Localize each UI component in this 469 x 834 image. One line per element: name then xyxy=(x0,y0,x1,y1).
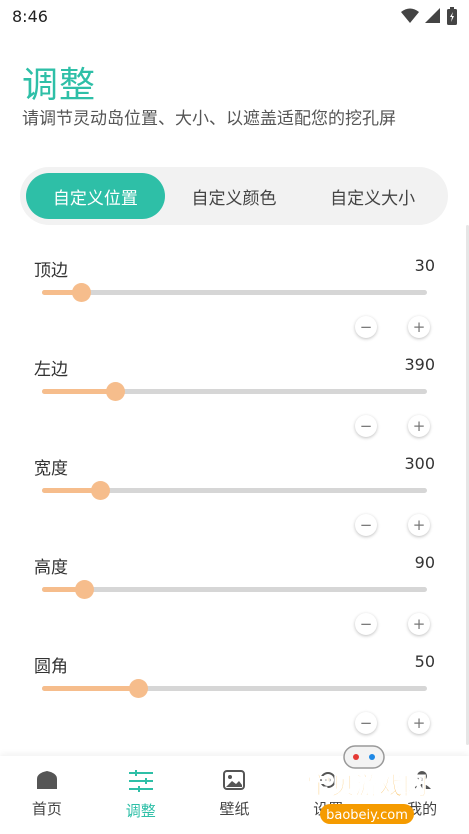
slider-fill xyxy=(42,389,116,394)
home-icon xyxy=(36,771,57,789)
slider-track[interactable] xyxy=(42,580,427,599)
control-height: 高度 90 − + xyxy=(0,553,469,652)
control-label: 圆角 xyxy=(34,657,68,677)
control-label: 高度 xyxy=(34,558,68,578)
decrease-button[interactable]: − xyxy=(355,514,377,536)
decrease-button[interactable]: − xyxy=(355,613,377,635)
increase-button[interactable]: + xyxy=(408,415,430,437)
nav-label: 调整 xyxy=(125,802,156,820)
slider-thumb[interactable] xyxy=(129,679,149,698)
control-value: 300 xyxy=(404,454,435,473)
slider-thumb[interactable] xyxy=(75,580,95,599)
control-width: 宽度 300 − + xyxy=(0,454,469,553)
tab-custom-position[interactable]: 自定义位置 xyxy=(26,173,165,219)
slider-thumb[interactable] xyxy=(90,481,110,500)
control-value: 390 xyxy=(404,355,435,374)
control-top: 顶边 30 − + xyxy=(0,256,469,355)
control-label: 宽度 xyxy=(34,459,68,479)
tab-custom-color[interactable]: 自定义颜色 xyxy=(165,173,304,219)
control-left: 左边 390 − + xyxy=(0,355,469,454)
battery-icon xyxy=(447,7,457,25)
control-value: 90 xyxy=(414,553,435,572)
nav-label: 首页 xyxy=(31,800,62,818)
decrease-button[interactable]: − xyxy=(355,415,377,437)
slider-track[interactable] xyxy=(42,283,427,302)
nav-label: 壁纸 xyxy=(219,800,250,818)
nav-home[interactable]: 首页 xyxy=(0,756,94,834)
increase-button[interactable]: + xyxy=(408,712,430,734)
watermark-title: 宝贝游戏网 xyxy=(307,772,427,800)
control-label: 左边 xyxy=(34,360,68,380)
status-icons xyxy=(401,7,457,25)
watermark-logo: 宝贝游戏网 baobeiy.com xyxy=(307,745,427,824)
slider-track[interactable] xyxy=(42,382,427,401)
increase-button[interactable]: + xyxy=(408,316,430,338)
status-time: 8:46 xyxy=(12,6,48,26)
control-label: 顶边 xyxy=(34,261,68,281)
slider-thumb[interactable] xyxy=(71,283,91,302)
decrease-button[interactable]: − xyxy=(355,316,377,338)
wifi-icon xyxy=(401,8,419,23)
increase-button[interactable]: + xyxy=(408,613,430,635)
increase-button[interactable]: + xyxy=(408,514,430,536)
tab-bar: 自定义位置 自定义颜色 自定义大小 xyxy=(20,167,448,225)
watermark-url: baobeiy.com xyxy=(326,808,408,823)
page-title: 调整 xyxy=(22,65,97,106)
decrease-button[interactable]: − xyxy=(355,712,377,734)
nav-wallpaper[interactable]: 壁纸 xyxy=(188,756,282,834)
control-radius: 圆角 50 − + xyxy=(0,652,469,751)
status-bar: 8:46 xyxy=(0,0,469,32)
sliders-icon xyxy=(128,770,153,792)
nav-adjust[interactable]: 调整 xyxy=(94,756,188,834)
slider-thumb[interactable] xyxy=(106,382,126,401)
control-value: 50 xyxy=(414,652,435,671)
slider-track[interactable] xyxy=(42,481,427,500)
watermark: 宝贝游戏网 baobeiy.com xyxy=(292,744,442,830)
slider-fill xyxy=(42,686,139,691)
image-icon xyxy=(223,770,246,790)
page-subtitle: 请调节灵动岛位置、大小、以遮盖适配您的挖孔屏 xyxy=(22,109,396,129)
control-value: 30 xyxy=(414,256,435,275)
tab-custom-size[interactable]: 自定义大小 xyxy=(303,173,442,219)
signal-icon xyxy=(425,8,440,23)
slider-track[interactable] xyxy=(42,679,427,698)
